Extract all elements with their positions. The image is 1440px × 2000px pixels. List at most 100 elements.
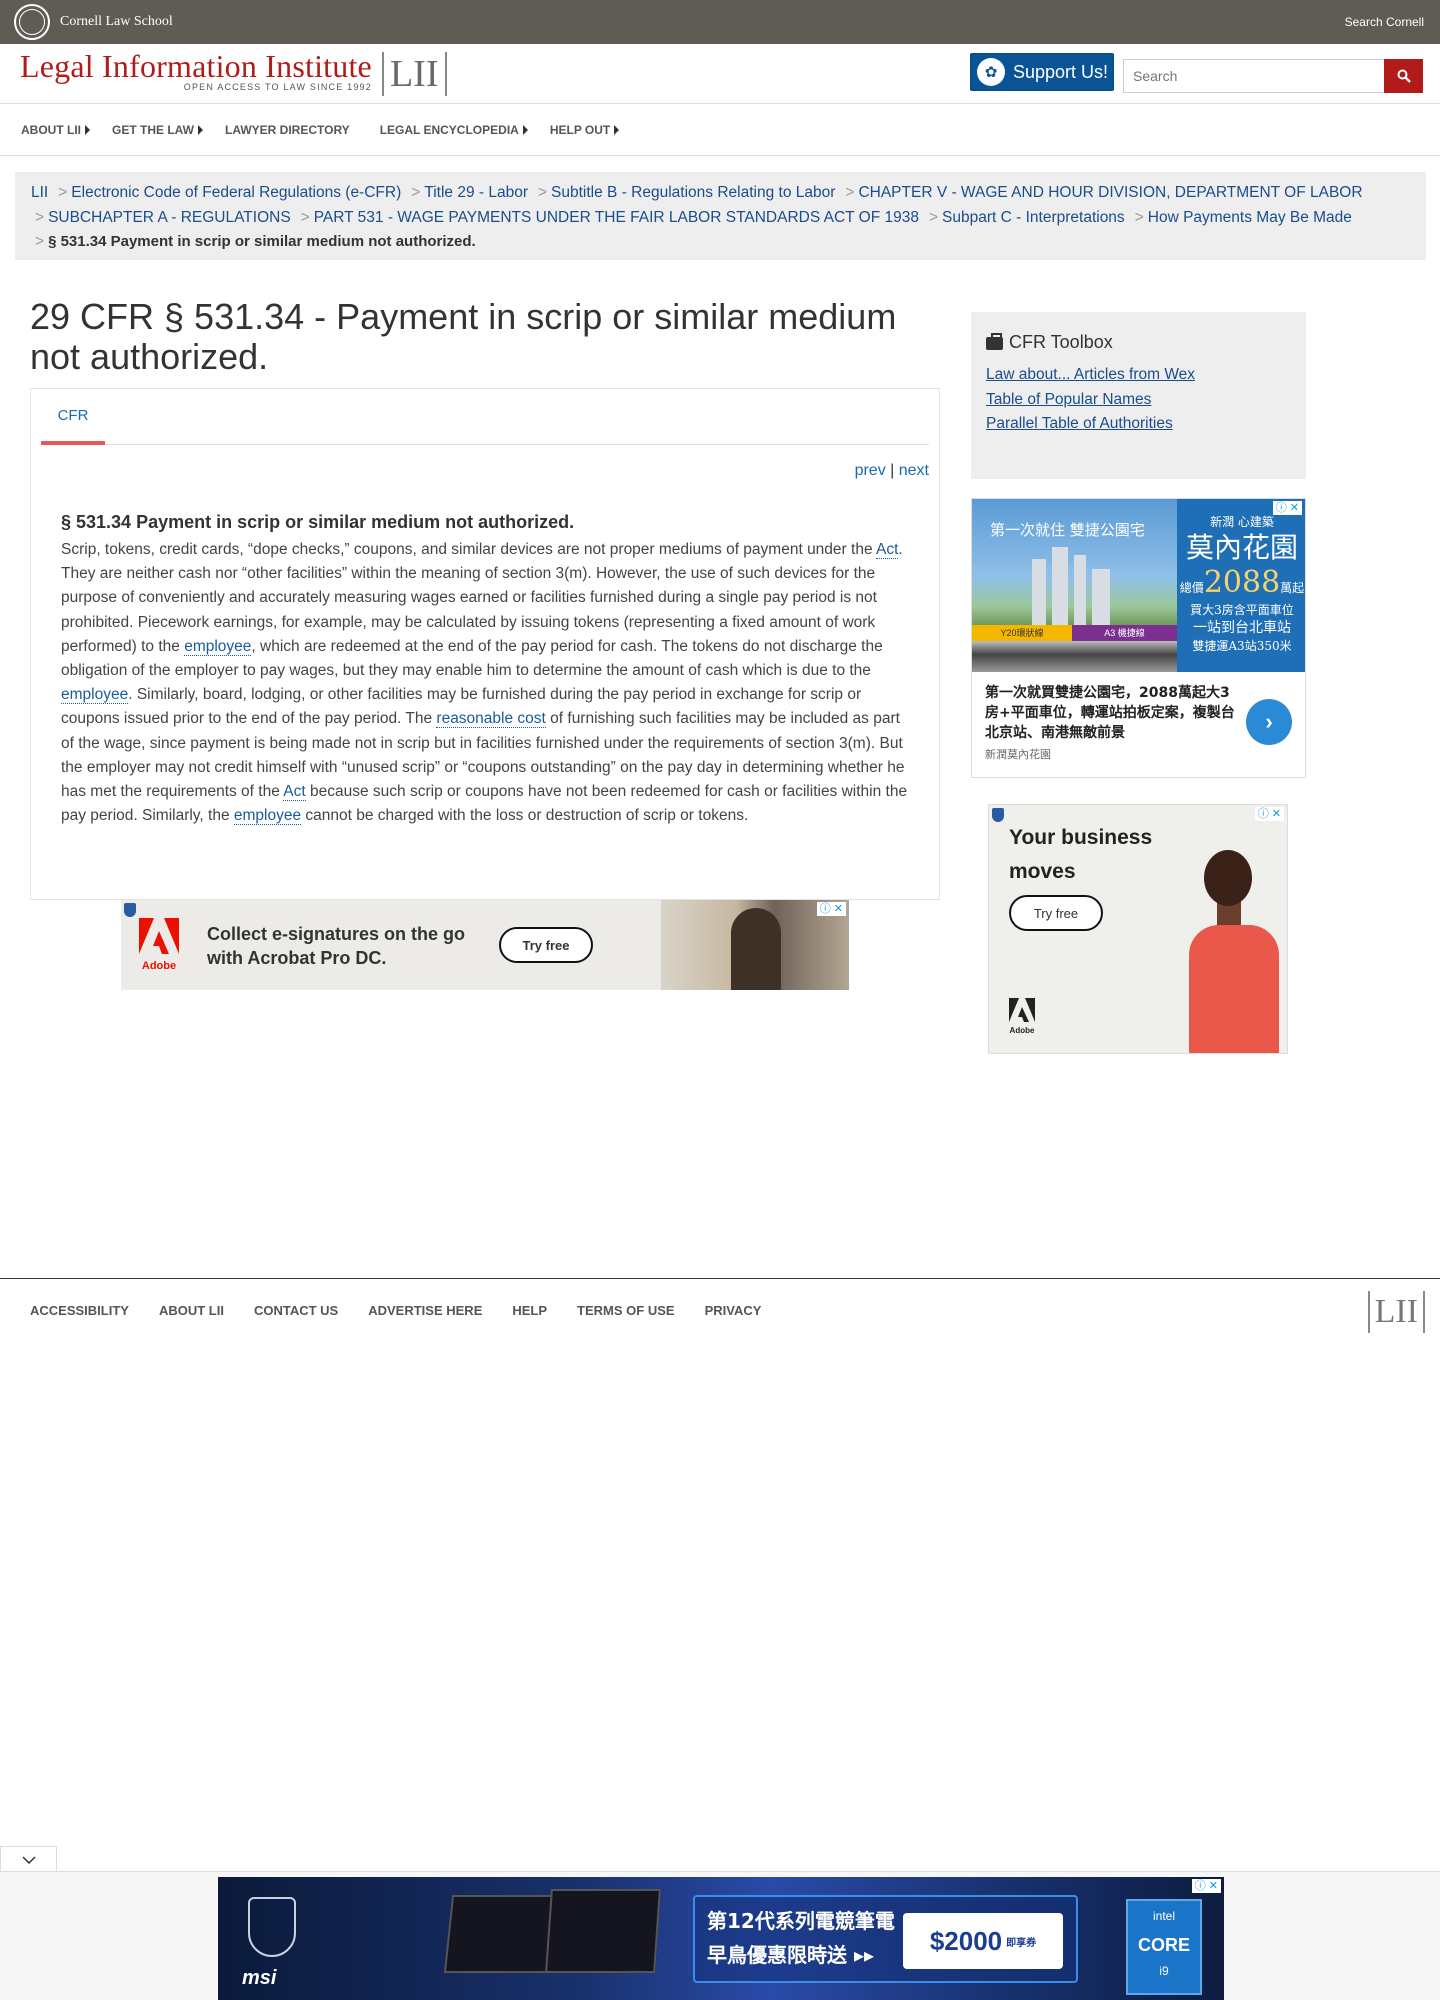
breadcrumb-separator: >	[845, 184, 855, 201]
toolbox-link-wex[interactable]: Law about... Articles from Wex	[986, 363, 1291, 388]
term-link-reasonable-cost[interactable]: reasonable cost	[436, 710, 546, 729]
pager: prev | next	[855, 462, 929, 480]
nav-label: GET THE LAW	[112, 122, 194, 137]
prev-link[interactable]: prev	[855, 462, 886, 479]
search-button[interactable]	[1384, 59, 1423, 93]
chevron-down-icon	[21, 1855, 36, 1864]
footer-terms-of-use[interactable]: TERMS OF USE	[577, 1303, 675, 1318]
next-link[interactable]: next	[899, 462, 929, 479]
intel-tier: i9	[1159, 1964, 1169, 1978]
promo-line: 早鳥優惠限時送 ▸▸	[707, 1943, 875, 1967]
toolbox-link-popular-names[interactable]: Table of Popular Names	[986, 388, 1291, 413]
inline-ad-line: with Acrobat Pro DC.	[207, 948, 387, 968]
breadcrumb-title-29[interactable]: Title 29 - Labor	[424, 184, 528, 201]
breadcrumb-how-payments[interactable]: How Payments May Be Made	[1148, 209, 1352, 226]
caret-right-icon	[85, 124, 90, 135]
inline-ad-line: Collect e-signatures on the go	[207, 924, 466, 944]
breadcrumb-separator: >	[1134, 208, 1144, 226]
realestate-headline: 第一次就住 雙捷公園宅	[990, 521, 1145, 539]
breadcrumb-chapter-v[interactable]: CHAPTER V - WAGE AND HOUR DIVISION, DEPA…	[858, 184, 1362, 201]
side-ad-photo	[1179, 845, 1287, 1053]
price: 2088	[1203, 565, 1281, 600]
side-adobe-headline: Your business moves	[1009, 821, 1152, 889]
msi-logo: msi	[242, 1967, 277, 1989]
toolbox-title-text: CFR Toolbox	[1009, 332, 1113, 352]
nav-label: LEGAL ENCYCLOPEDIA	[379, 122, 519, 137]
term-link-employee[interactable]: employee	[184, 637, 252, 656]
realestate-brand-panel: 新潤 心建築 莫內花園 總價2088萬起 買大3房含平面車位 一站到台北車站 雙…	[1177, 499, 1305, 672]
laptop-image	[443, 1895, 563, 1973]
breadcrumb-lii[interactable]: LII	[31, 184, 48, 201]
side-ad-try-free-button[interactable]: Try free	[1009, 895, 1103, 931]
caret-right-icon	[614, 124, 620, 135]
logo-mark: LII	[381, 52, 447, 96]
side-ad-realestate[interactable]: 第一次就住 雙捷公園宅 Y20環狀線 A3 機捷線 新潤 心建築 莫內花園 總價…	[971, 498, 1306, 778]
breadcrumb-separator: >	[58, 184, 68, 201]
adchoices-icon[interactable]: ⓘ ✕	[1191, 1879, 1221, 1893]
nav-about-lii[interactable]: ABOUT LII	[21, 123, 90, 137]
footer-lii-logo[interactable]: LII	[1367, 1291, 1425, 1333]
intel-core-badge: intel CORE i9	[1126, 1899, 1202, 1995]
breadcrumb-separator: >	[35, 208, 45, 226]
inline-ad-adobe[interactable]: Adobe Collect e-signatures on the go wit…	[121, 900, 849, 990]
cornell-brand[interactable]: Cornell Law School	[14, 4, 173, 40]
footer-contact-us[interactable]: CONTACT US	[254, 1303, 338, 1318]
search-cornell-link[interactable]: Search Cornell	[1345, 15, 1424, 29]
tab-cfr[interactable]: CFR	[41, 389, 105, 445]
adchoices-icon[interactable]: ⓘ ✕	[1272, 501, 1302, 515]
realestate-line: 一站到台北車站	[1193, 620, 1291, 636]
sticky-ad-bar: msi 第12代系列電競筆電 早鳥優惠限時送 ▸▸ $2000 即享券 intel…	[0, 1871, 1440, 2000]
cfr-toolbox: CFR Toolbox Law about... Articles from W…	[971, 312, 1306, 479]
nav-lawyer-directory[interactable]: LAWYER DIRECTORY	[225, 123, 350, 137]
breadcrumb-part-531[interactable]: PART 531 - WAGE PAYMENTS UNDER THE FAIR …	[314, 209, 919, 226]
footer-about-lii[interactable]: ABOUT LII	[159, 1303, 224, 1318]
adchoices-icon[interactable]: ⓘ ✕	[816, 902, 846, 916]
promo-line: 第12代系列電競筆電	[707, 1909, 895, 1933]
sticky-ad-msi[interactable]: msi 第12代系列電競筆電 早鳥優惠限時送 ▸▸ $2000 即享券 intel…	[218, 1877, 1224, 2000]
side-ad-adobe[interactable]: Your business moves Try free Adobe ⓘ ✕	[988, 804, 1288, 1054]
breadcrumb-separator: >	[411, 184, 421, 201]
term-link-employee[interactable]: employee	[61, 686, 129, 705]
ad-shield-icon	[124, 903, 136, 917]
breadcrumb-subchapter-a[interactable]: SUBCHAPTER A - REGULATIONS	[48, 209, 291, 226]
breadcrumb-ecfr[interactable]: Electronic Code of Federal Regulations (…	[71, 184, 401, 201]
support-us-button[interactable]: ✿ Support Us!	[970, 53, 1114, 91]
breadcrumb-subpart-c[interactable]: Subpart C - Interpretations	[942, 209, 1125, 226]
nav-get-the-law[interactable]: GET THE LAW	[112, 123, 203, 137]
term-link-act[interactable]: Act	[283, 783, 306, 802]
realestate-tag: A3 機捷線	[1072, 625, 1177, 641]
side-adobe-line: Your business	[1009, 826, 1153, 849]
lii-logo[interactable]: Legal Information Institute OPEN ACCESS …	[20, 50, 447, 96]
search-input[interactable]	[1123, 59, 1385, 93]
collapse-ad-button[interactable]	[0, 1846, 57, 1872]
chevron-right-icon[interactable]: ›	[1246, 699, 1292, 745]
term-link-employee[interactable]: employee	[233, 807, 302, 826]
breadcrumb-current: § 531.34 Payment in scrip or similar med…	[48, 233, 476, 250]
section-body: Scrip, tokens, credit cards, “dope check…	[61, 538, 911, 828]
main-nav: ABOUT LII GET THE LAW LAWYER DIRECTORY L…	[0, 104, 1440, 156]
footer-privacy[interactable]: PRIVACY	[705, 1303, 762, 1318]
body-text: cannot be charged with the loss or destr…	[301, 807, 749, 825]
toolbox-link-parallel-table[interactable]: Parallel Table of Authorities	[986, 412, 1291, 437]
footer-accessibility[interactable]: ACCESSIBILITY	[30, 1303, 129, 1318]
intel-core: CORE	[1137, 1935, 1190, 1955]
inline-ad-try-free-button[interactable]: Try free	[499, 927, 593, 963]
nav-legal-encyclopedia[interactable]: LEGAL ENCYCLOPEDIA	[380, 123, 528, 137]
footer-advertise-here[interactable]: ADVERTISE HERE	[368, 1303, 482, 1318]
realestate-description: 第一次就買雙捷公園宅，2088萬起大3房+平面車位，轉運站拍板定案，複製台北京站…	[985, 685, 1235, 741]
adobe-logo-icon: Adobe	[1009, 998, 1035, 1035]
briefcase-icon	[986, 333, 1003, 350]
brand-top: 新潤 心建築	[1210, 515, 1274, 529]
realestate-sponsor: 新潤莫內花園	[985, 748, 1051, 761]
promo-price-note: 即享券	[1006, 1937, 1037, 1949]
adchoices-icon[interactable]: ⓘ ✕	[1254, 807, 1284, 821]
pager-divider: |	[890, 462, 895, 479]
breadcrumb-subtitle-b[interactable]: Subtitle B - Regulations Relating to Lab…	[551, 184, 835, 201]
realestate-line: 買大3房含平面車位	[1190, 603, 1294, 617]
footer-help[interactable]: HELP	[512, 1303, 547, 1318]
nav-help-out[interactable]: HELP OUT	[550, 123, 620, 137]
adobe-wordmark: Adobe	[142, 960, 176, 972]
breadcrumb-separator: >	[537, 184, 548, 201]
support-us-label: Support Us!	[1013, 61, 1109, 82]
term-link-act[interactable]: Act	[876, 541, 899, 559]
